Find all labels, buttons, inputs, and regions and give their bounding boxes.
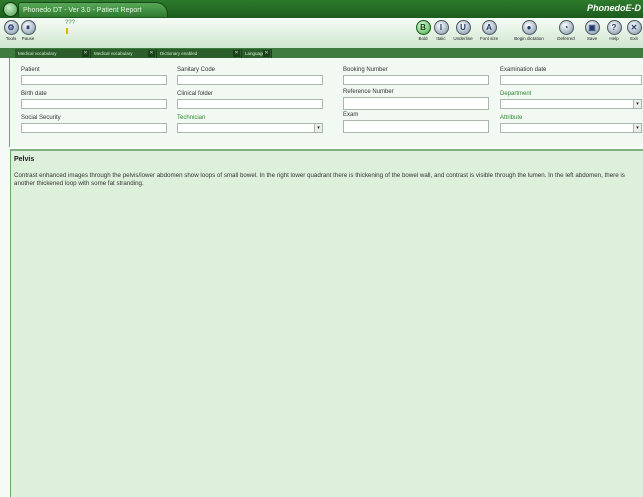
close-icon[interactable]: ✕ xyxy=(233,50,240,57)
reference-number-label: Reference Number xyxy=(343,89,394,95)
booking-number-field: Booking Number xyxy=(343,66,489,85)
report-section-title: Pelvis xyxy=(14,156,35,163)
exam-label: Exam xyxy=(343,112,359,118)
bold-label: Bold xyxy=(418,36,428,41)
begin-dictation-label: Begin dictation xyxy=(514,36,544,41)
department-field: Department ▾ xyxy=(500,90,642,109)
technician-field: Technician ▾ xyxy=(177,114,323,133)
save-button[interactable]: ▣ Save xyxy=(584,20,600,47)
clinical-folder-label: Clinical folder xyxy=(177,91,214,97)
status-indicator-bar xyxy=(66,28,68,34)
attribute-select[interactable]: ▾ xyxy=(500,123,642,133)
technician-label: Technician xyxy=(177,115,206,121)
social-security-field: Social Security xyxy=(21,114,167,133)
pause-label: Pause xyxy=(21,36,35,41)
examination-date-field: Examination date xyxy=(500,66,642,85)
dictation-icon: ● xyxy=(521,20,537,35)
reference-number-field: Reference Number xyxy=(343,88,489,110)
sanitary-code-label: Sanitary Code xyxy=(177,67,216,73)
app-logo-icon[interactable] xyxy=(3,2,18,17)
field-tab-label: Medical vocabulary xyxy=(18,51,57,56)
font-size-button[interactable]: A Font size xyxy=(480,20,498,47)
department-label: Department xyxy=(500,91,532,97)
italic-button[interactable]: I Italic xyxy=(433,20,449,47)
reference-number-input[interactable] xyxy=(343,97,489,110)
bold-icon: B xyxy=(415,20,431,35)
birth-date-field: Birth date xyxy=(21,90,167,109)
close-icon[interactable]: ✕ xyxy=(263,50,270,57)
examination-date-label: Examination date xyxy=(500,67,547,73)
help-button[interactable]: ? Help xyxy=(606,20,622,47)
exit-icon: ✕ xyxy=(626,20,642,35)
close-icon[interactable]: ✕ xyxy=(148,50,155,57)
patient-input[interactable] xyxy=(21,75,167,85)
deferred-icon: ◔ xyxy=(558,20,574,35)
social-security-label: Social Security xyxy=(21,115,61,121)
patient-header-form: Patient Sanitary Code Booking Number Exa… xyxy=(9,58,643,147)
clinical-folder-input[interactable] xyxy=(177,99,323,109)
field-tabs-strip: Medical vocabulary ✕ Medical vocabulary … xyxy=(0,48,643,58)
dropdown-arrow-icon[interactable]: ▾ xyxy=(314,124,322,132)
tools-button[interactable]: ⚙ Tools xyxy=(3,20,19,47)
examination-date-input[interactable] xyxy=(500,75,642,85)
brand-label: PhonedoE-D xyxy=(587,3,641,13)
dropdown-arrow-icon[interactable]: ▾ xyxy=(633,100,641,108)
italic-icon: I xyxy=(433,20,449,35)
booking-number-label: Booking Number xyxy=(343,67,388,73)
underline-button[interactable]: U Underline xyxy=(453,20,473,47)
deferred-label: Deferred xyxy=(557,36,575,41)
save-icon: ▣ xyxy=(584,20,600,35)
booking-number-input[interactable] xyxy=(343,75,489,85)
clinical-folder-field: Clinical folder xyxy=(177,90,323,109)
font-size-label: Font size xyxy=(479,36,499,41)
field-tab[interactable]: Medical vocabulary ✕ xyxy=(15,49,91,58)
exam-field: Exam xyxy=(343,111,489,133)
tools-icon: ⚙ xyxy=(3,20,19,35)
field-tab[interactable]: Medical vocabulary ✕ xyxy=(91,49,157,58)
exit-button[interactable]: ✕ Exit xyxy=(626,20,642,47)
field-tab[interactable]: Language ✕ xyxy=(242,49,272,58)
tools-label: Tools xyxy=(5,36,17,41)
exam-input[interactable] xyxy=(343,120,489,133)
close-icon[interactable]: ✕ xyxy=(82,50,89,57)
left-margin xyxy=(0,58,9,497)
sanitary-code-input[interactable] xyxy=(177,75,323,85)
attribute-field: Attribute ▾ xyxy=(500,114,642,133)
pause-icon: ⏸ xyxy=(20,20,36,35)
technician-select[interactable]: ▾ xyxy=(177,123,323,133)
deferred-button[interactable]: ◔ Deferred xyxy=(556,20,576,47)
window-title: Phonedo DT - Ver 3.0 - Patient Report xyxy=(18,2,168,17)
save-label: Save xyxy=(586,36,598,41)
pause-button[interactable]: ⏸ Pause xyxy=(20,20,36,47)
attribute-label: Attribute xyxy=(500,115,523,121)
patient-field: Patient xyxy=(21,66,167,85)
underline-label: Underline xyxy=(453,36,473,41)
help-label: Help xyxy=(609,36,619,41)
toolbar: ⚙ Tools ⏸ Pause B Bold I Italic U Underl… xyxy=(0,18,643,49)
help-icon: ? xyxy=(606,20,622,35)
begin-dictation-button[interactable]: ● Begin dictation xyxy=(514,20,544,47)
underline-icon: U xyxy=(455,20,471,35)
field-tab-label: Medical vocabulary xyxy=(94,51,133,56)
italic-label: Italic xyxy=(436,36,446,41)
patient-label: Patient xyxy=(21,67,40,73)
report-text[interactable]: Contrast enhanced images through the pel… xyxy=(14,172,640,188)
birth-date-label: Birth date xyxy=(21,91,47,97)
dropdown-arrow-icon[interactable]: ▾ xyxy=(633,124,641,132)
field-tab[interactable]: Dictionary enabled ✕ xyxy=(157,49,242,58)
bold-button[interactable]: B Bold xyxy=(415,20,431,47)
font-size-icon: A xyxy=(481,20,497,35)
sanitary-code-field: Sanitary Code xyxy=(177,66,323,85)
report-editor[interactable]: Pelvis Contrast enhanced images through … xyxy=(10,149,643,497)
status-indicator-text: ??? xyxy=(65,20,76,26)
department-select[interactable]: ▾ xyxy=(500,99,642,109)
title-bar: Phonedo DT - Ver 3.0 - Patient Report Ph… xyxy=(0,0,643,18)
social-security-input[interactable] xyxy=(21,123,167,133)
status-indicator: ??? xyxy=(65,20,75,34)
birth-date-input[interactable] xyxy=(21,99,167,109)
exit-label: Exit xyxy=(630,36,638,41)
field-tab-label: Dictionary enabled xyxy=(160,51,198,56)
